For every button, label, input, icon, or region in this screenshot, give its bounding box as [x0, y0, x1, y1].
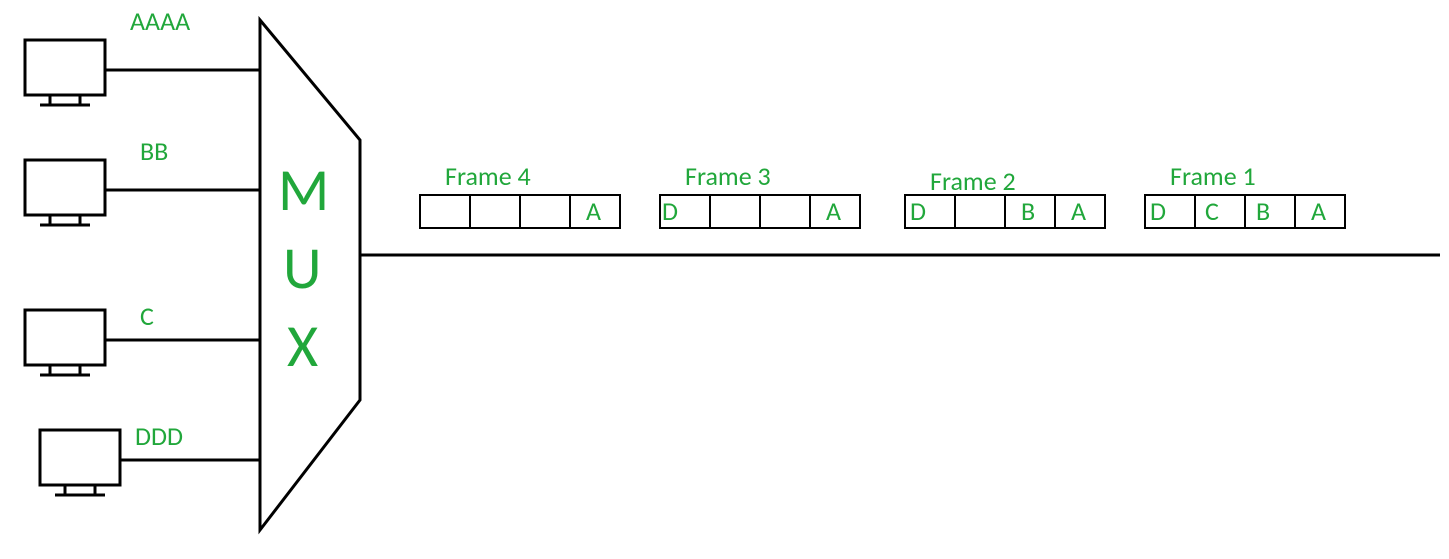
mux-label-x: X	[287, 310, 318, 383]
frame-label: Frame 3	[685, 160, 771, 192]
input-computer-d	[40, 430, 120, 495]
slot: A	[826, 195, 841, 227]
slot: D	[662, 195, 678, 227]
input-data-label-b: BB	[140, 135, 168, 167]
frame-label: Frame 1	[1170, 160, 1256, 192]
input-data-label-a: AAAA	[130, 5, 190, 37]
input-data-label-d: DDD	[135, 420, 183, 452]
frame-label: Frame 2	[930, 165, 1016, 197]
input-computer-b	[25, 160, 105, 225]
slot: A	[1311, 195, 1326, 227]
slot: A	[586, 195, 601, 227]
mux-label-u: U	[283, 232, 322, 305]
frame-4: Frame 4 A	[420, 160, 620, 228]
frame-1: Frame 1 D C B A	[1145, 160, 1345, 228]
slot: A	[1071, 195, 1086, 227]
input-computer-c	[25, 310, 105, 375]
slot: D	[910, 195, 926, 227]
slot: B	[1021, 195, 1035, 227]
frame-label: Frame 4	[445, 160, 531, 192]
tdm-diagram: AAAA BB C DDD M U X Frame 4 A Frame 3 D …	[0, 0, 1449, 559]
frame-2: Frame 2 D B A	[905, 165, 1105, 228]
mux-label-m: M	[278, 154, 329, 227]
slot: C	[1205, 195, 1219, 227]
input-computer-a	[25, 40, 105, 105]
frame-3: Frame 3 D A	[660, 160, 860, 228]
slot: B	[1256, 195, 1270, 227]
input-data-label-c: C	[140, 300, 154, 332]
slot: D	[1150, 195, 1166, 227]
